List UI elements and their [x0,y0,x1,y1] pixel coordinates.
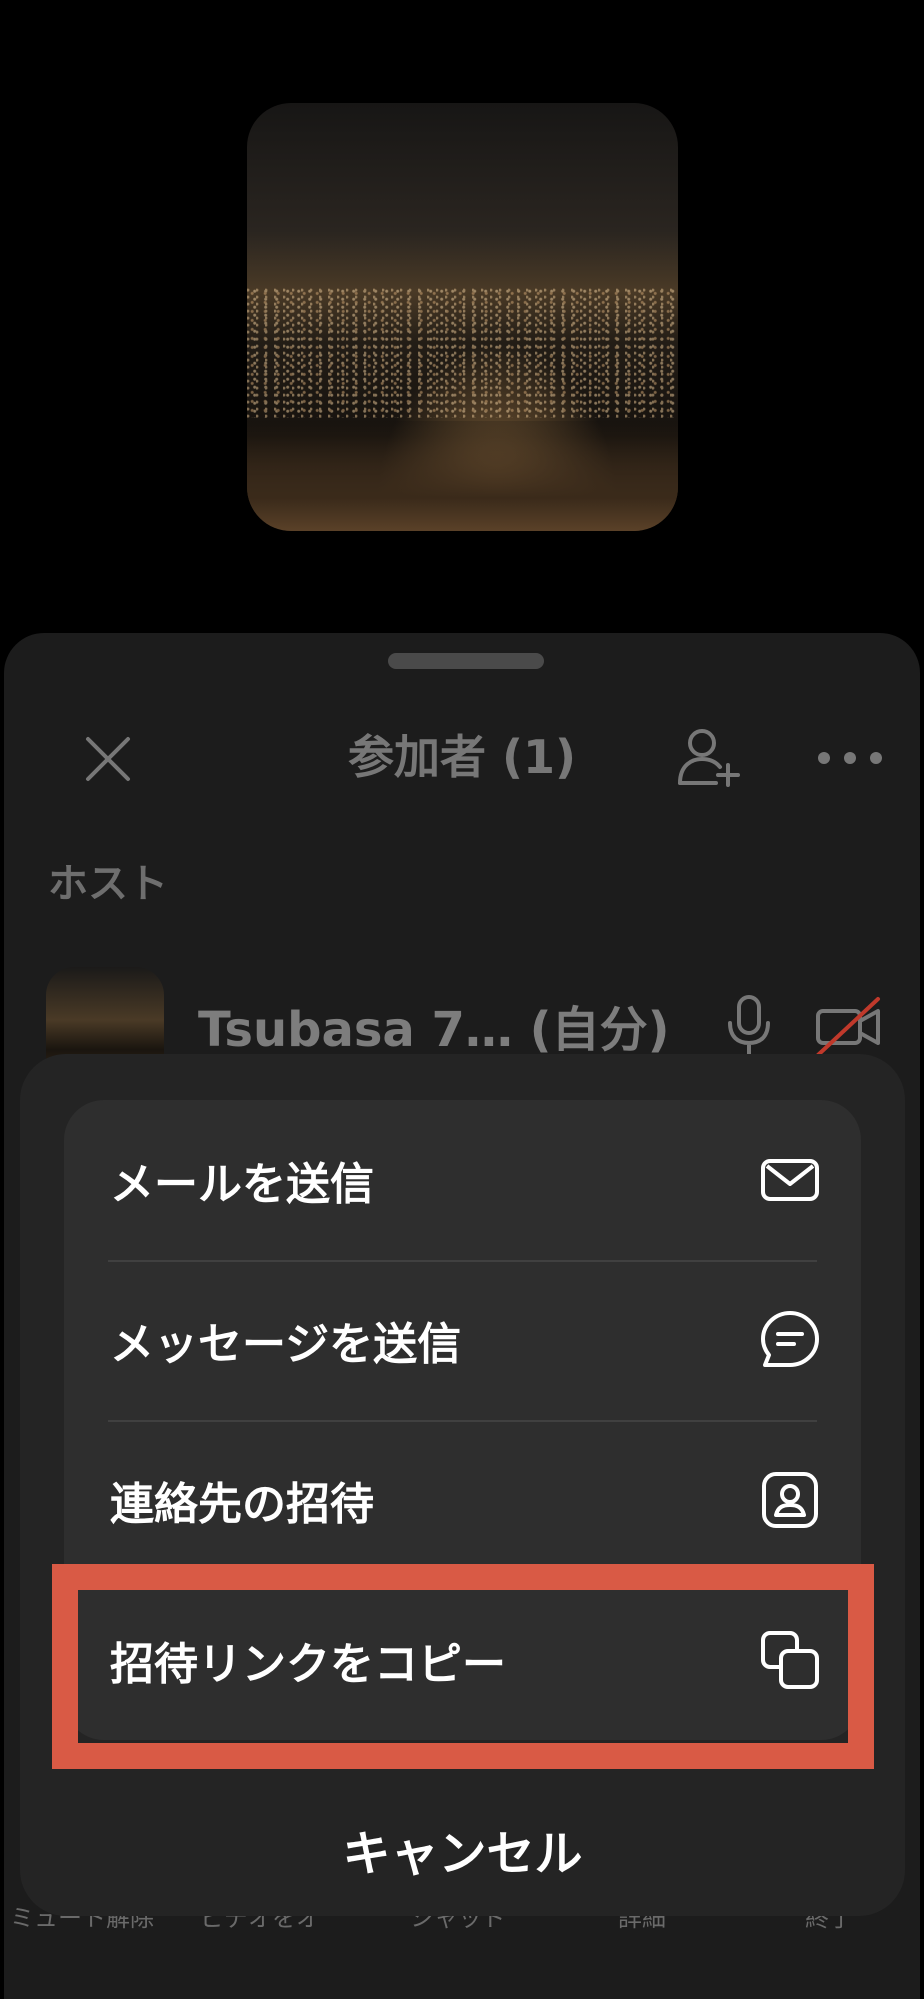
send-message-item[interactable]: メッセージを送信 [64,1260,861,1420]
copy-invite-link-item[interactable]: 招待リンクをコピー [64,1580,861,1740]
invite-contacts-label: 連絡先の招待 [110,1479,374,1530]
invite-action-sheet: メールを送信 メッセージを送信 連絡先の招待 招待リンクをコピー キャンセル [20,1054,905,1916]
meeting-video-thumbnail [247,103,678,531]
foreground [247,421,678,531]
chat-icon [761,1311,819,1367]
send-email-item[interactable]: メールを送信 [64,1100,861,1260]
add-person-icon[interactable] [672,721,744,793]
copy-invite-link-label: 招待リンクをコピー [110,1639,506,1690]
video-off-icon[interactable] [814,993,884,1059]
copy-icon [761,1631,819,1689]
mail-icon [761,1159,819,1201]
invite-options-group: メールを送信 メッセージを送信 連絡先の招待 招待リンクをコピー [64,1100,861,1740]
participant-name: Tsubasa 7… (自分) [198,1002,670,1058]
sheet-grabber[interactable] [388,653,544,669]
send-email-label: メールを送信 [110,1159,374,1210]
invite-contacts-item[interactable]: 連絡先の招待 [64,1420,861,1580]
city-lights [247,288,678,418]
contact-icon [762,1472,818,1528]
host-section-label: ホスト [48,861,168,907]
participants-title: 参加者 (1) [347,730,577,784]
microphone-icon[interactable] [724,993,774,1059]
cancel-button[interactable]: キャンセル [20,1814,905,1884]
more-icon[interactable] [818,733,882,783]
send-message-label: メッセージを送信 [110,1319,462,1370]
